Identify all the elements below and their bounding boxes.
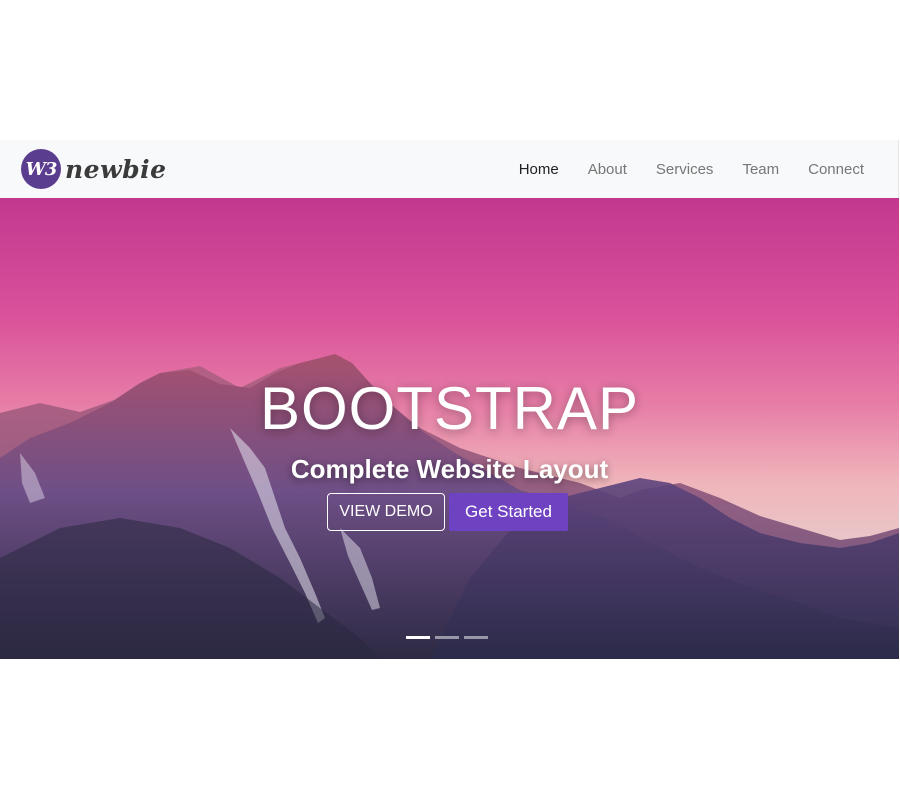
view-demo-button[interactable]: VIEW DEMO [327, 493, 445, 531]
get-started-button[interactable]: Get Started [449, 493, 568, 531]
carousel-indicator-2[interactable] [435, 636, 459, 639]
nav-link-home[interactable]: Home [519, 161, 559, 178]
brand-name: newbie [65, 154, 167, 184]
brand-logo[interactable]: W3 newbie [21, 147, 167, 191]
hero-title: BOOTSTRAP [259, 375, 640, 442]
nav-link-connect[interactable]: Connect [808, 161, 864, 178]
carousel-indicator-1[interactable] [406, 636, 430, 639]
nav-link-services[interactable]: Services [656, 161, 714, 178]
carousel-indicator-3[interactable] [464, 636, 488, 639]
carousel-indicators [406, 636, 488, 639]
nav-links: Home About Services Team Connect [490, 140, 864, 198]
w3-logo-icon: W3 [21, 149, 61, 189]
hero-subtitle: Complete Website Layout [290, 454, 609, 484]
navbar: W3 newbie Home About Services Team Conne… [0, 140, 899, 198]
nav-link-about[interactable]: About [588, 161, 627, 178]
hero-caption: BOOTSTRAP Complete Website Layout VIEW D… [0, 198, 899, 659]
nav-link-team[interactable]: Team [742, 161, 779, 178]
hero-carousel: BOOTSTRAP Complete Website Layout VIEW D… [0, 198, 899, 659]
